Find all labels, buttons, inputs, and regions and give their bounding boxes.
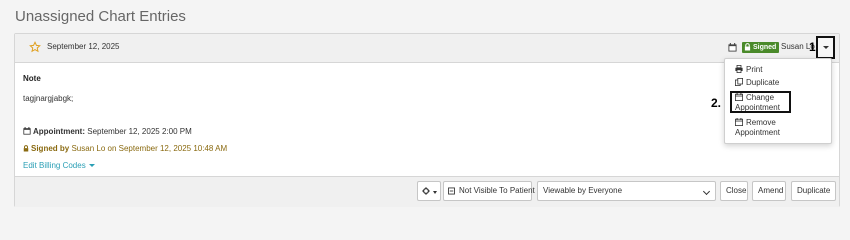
menu-item-label: Duplicate — [746, 78, 780, 87]
star-icon[interactable] — [29, 41, 41, 53]
entry-actions-dropdown-button[interactable] — [816, 36, 835, 59]
gear-icon — [422, 187, 430, 195]
edit-billing-codes-label: Edit Billing Codes — [23, 161, 86, 170]
menu-item-remove-appointment[interactable]: Remove Appointment — [735, 118, 780, 138]
annotation-marker-2: 2. — [711, 96, 722, 110]
card-header: September 12, 2025 Signed Susan Lo 1. — [15, 34, 839, 63]
calendar-icon — [23, 127, 31, 135]
menu-item-print[interactable]: Print — [735, 65, 762, 75]
menu-item-label: Remove — [746, 118, 776, 127]
status-badge: Signed — [742, 42, 780, 53]
menu-item-label-line2: Appointment — [735, 128, 780, 137]
caret-down-icon — [823, 46, 829, 49]
appointment-value: September 12, 2025 2:00 PM — [87, 127, 192, 136]
edit-billing-codes-link[interactable]: Edit Billing Codes — [23, 161, 95, 170]
settings-dropdown-button[interactable] — [417, 181, 441, 201]
copy-icon — [735, 78, 743, 86]
viewable-by-value: Viewable by Everyone — [543, 186, 623, 195]
note-label: Note — [23, 74, 41, 83]
menu-item-duplicate[interactable]: Duplicate — [735, 78, 779, 88]
chart-entry-card: September 12, 2025 Signed Susan Lo 1. No… — [14, 33, 840, 207]
lock-icon — [23, 145, 29, 152]
lock-icon — [744, 43, 751, 51]
card-footer: Not Visible To Patient Viewable by Every… — [15, 176, 839, 207]
signed-by-value: Susan Lo on September 12, 2025 10:48 AM — [71, 144, 228, 153]
signed-by-row: Signed by Susan Lo on September 12, 2025… — [23, 144, 227, 153]
signed-by-label: Signed by — [31, 144, 70, 153]
appointment-label: Appointment: — [33, 127, 85, 136]
annotation-highlight-box — [730, 91, 791, 113]
entry-date: September 12, 2025 — [47, 42, 120, 51]
eye-slash-icon — [448, 187, 455, 195]
status-badge-label: Signed — [753, 44, 777, 51]
calendar-icon — [728, 43, 737, 52]
note-text: tagjnargjabgk; — [23, 94, 74, 103]
viewable-by-select[interactable]: Viewable by Everyone — [537, 181, 716, 201]
appointment-row: Appointment: September 12, 2025 2:00 PM — [23, 127, 192, 136]
caret-down-icon — [88, 164, 95, 167]
patient-visibility-button[interactable]: Not Visible To Patient — [443, 181, 535, 201]
chevron-down-icon — [702, 187, 711, 196]
calendar-icon — [735, 118, 743, 126]
caret-down-icon — [433, 191, 437, 194]
menu-item-label: Print — [746, 65, 763, 74]
print-icon — [735, 65, 743, 73]
patient-visibility-label: Not Visible To Patient — [459, 186, 535, 195]
page-title: Unassigned Chart Entries — [15, 8, 186, 25]
duplicate-button[interactable]: Duplicate — [791, 181, 836, 201]
amend-button[interactable]: Amend — [752, 181, 786, 201]
close-button[interactable]: Close — [720, 181, 748, 201]
